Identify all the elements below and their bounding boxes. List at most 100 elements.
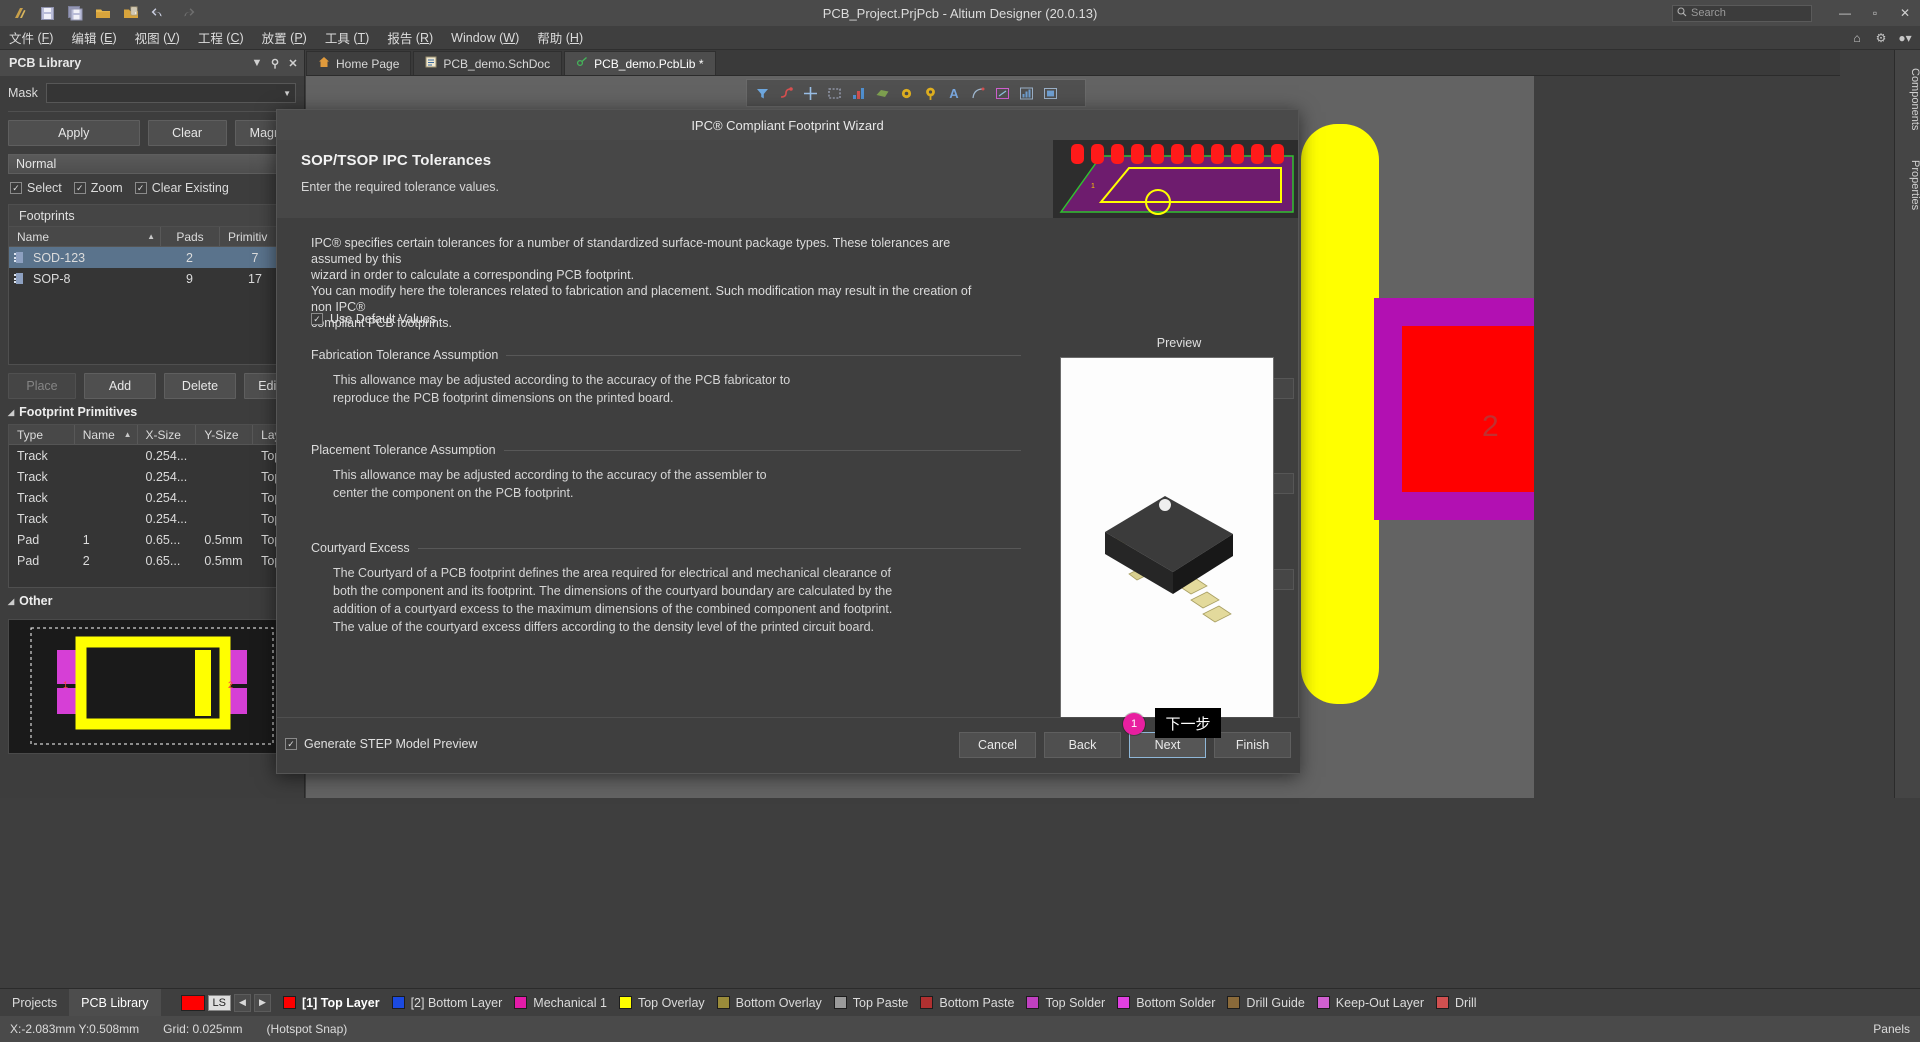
close-icon[interactable]: close-icon (1268, 114, 1290, 136)
filter-icon[interactable] (751, 82, 773, 104)
col-ysize[interactable]: Y-Size (196, 425, 254, 444)
table-row[interactable]: Track 0.254... Top. (9, 445, 295, 466)
layer-bottom-paste[interactable]: Bottom Paste (920, 996, 1014, 1010)
col-name[interactable]: Name ▲ (9, 227, 161, 246)
table-row[interactable]: SOD-123 2 7 (9, 247, 295, 268)
place-button[interactable]: Place (8, 373, 76, 399)
layer-stack-icon[interactable] (847, 82, 869, 104)
menu-view[interactable]: 视图 (V) (126, 26, 189, 50)
tab-projects[interactable]: Projects (0, 989, 69, 1017)
cancel-button[interactable]: Cancel (959, 732, 1036, 758)
menu-reports[interactable]: 报告 (R) (378, 26, 442, 50)
table-row[interactable]: Pad 2 0.65... 0.5mm Top (9, 550, 295, 571)
col-xsize[interactable]: X-Size (138, 425, 197, 444)
table-row[interactable]: Track 0.254... Top. (9, 508, 295, 529)
layer-top-layer[interactable]: [1] Top Layer (283, 996, 380, 1010)
next-layer-button[interactable]: ▶ (254, 993, 272, 1012)
menu-place[interactable]: 放置 (P) (253, 26, 316, 50)
clear-button[interactable]: Clear (147, 120, 227, 146)
board-region-icon[interactable] (1039, 82, 1061, 104)
menu-file[interactable]: 文件 (F) (0, 26, 62, 50)
select-area-icon[interactable] (823, 82, 845, 104)
col-pads[interactable]: Pads (161, 227, 220, 246)
layer-keep-out[interactable]: Keep-Out Layer (1316, 996, 1424, 1010)
layer-top-overlay[interactable]: Top Overlay (618, 996, 705, 1010)
undo-icon[interactable] (146, 1, 172, 25)
zoom-checkbox[interactable]: ✓ Zoom (73, 181, 123, 195)
preview-3d-view[interactable]: 2D (1060, 357, 1274, 762)
menu-help[interactable]: 帮助 (H) (528, 26, 592, 50)
panel-close-icon[interactable]: ✕ (286, 57, 300, 70)
tab-schdoc[interactable]: PCB_demo.SchDoc (413, 51, 563, 75)
table-row[interactable]: Pad 1 0.65... 0.5mm Top (9, 529, 295, 550)
table-row[interactable]: Track 0.254... Top. (9, 466, 295, 487)
home-icon[interactable]: ⌂ (1848, 29, 1866, 47)
crosshair-icon[interactable] (799, 82, 821, 104)
menu-edit[interactable]: 编辑 (E) (62, 26, 125, 50)
menu-tools[interactable]: 工具 (T) (316, 26, 378, 50)
open-folder-icon[interactable] (90, 1, 116, 25)
layer-top-solder[interactable]: Top Solder (1026, 996, 1105, 1010)
tab-home-page[interactable]: Home Page (306, 51, 412, 75)
panels-button[interactable]: Panels (1873, 1022, 1910, 1036)
layer-mechanical-1[interactable]: Mechanical 1 (514, 996, 607, 1010)
gear-icon[interactable]: ⚙ (1872, 29, 1890, 47)
panel-menu-icon[interactable]: ▼ (250, 57, 264, 69)
close-window-button[interactable]: ✕ (1890, 0, 1920, 26)
layer-drill[interactable]: Drill (1436, 996, 1477, 1010)
user-icon[interactable]: ●▾ (1896, 29, 1914, 47)
footprints-table[interactable]: Name ▲ Pads Primitiv SOD-123 2 7 SOP-8 9… (8, 226, 296, 365)
select-checkbox[interactable]: ✓ Select (10, 181, 62, 195)
layer-top-paste[interactable]: Top Paste (833, 996, 908, 1010)
ls-chip[interactable]: LS (207, 994, 232, 1011)
dock-item-components[interactable]: Components (1895, 56, 1920, 142)
tab-pcblib[interactable]: PCB_demo.PcbLib * (564, 51, 716, 75)
route-icon[interactable] (775, 82, 797, 104)
open-project-icon[interactable] (118, 1, 144, 25)
search-input[interactable]: Search (1672, 4, 1812, 22)
other-section-header[interactable]: ◢ Other (0, 588, 304, 613)
back-button[interactable]: Back (1044, 732, 1121, 758)
pad-icon[interactable] (919, 82, 941, 104)
text-icon[interactable]: A (943, 82, 965, 104)
ls-color-swatch[interactable] (180, 994, 205, 1011)
normal-select[interactable]: Normal (8, 154, 296, 174)
dock-item-properties[interactable]: Properties (1895, 148, 1920, 222)
mask-input[interactable]: ▼ (45, 83, 296, 103)
layer-bottom-solder[interactable]: Bottom Solder (1117, 996, 1215, 1010)
finish-button[interactable]: Finish (1214, 732, 1291, 758)
arc-icon[interactable] (967, 82, 989, 104)
col-prim-name[interactable]: Name ▲ (75, 425, 138, 444)
panel-pin-icon[interactable]: ⚲ (268, 57, 282, 70)
add-button[interactable]: Add (84, 373, 156, 399)
dimension-icon[interactable] (991, 82, 1013, 104)
primitives-table[interactable]: Type Name ▲ X-Size Y-Size Layer Track 0.… (8, 424, 296, 588)
use-default-values-checkbox[interactable]: ✓ Use Default Values (311, 312, 436, 326)
redo-icon[interactable] (174, 1, 200, 25)
menu-project[interactable]: 工程 (C) (189, 26, 253, 50)
polygon-icon[interactable] (871, 82, 893, 104)
prev-layer-button[interactable]: ◀ (234, 993, 252, 1012)
layer-drill-guide[interactable]: Drill Guide (1227, 996, 1305, 1010)
tab-pcb-library[interactable]: PCB Library (69, 988, 161, 1017)
generate-step-model-checkbox[interactable]: ✓ Generate STEP Model Preview (285, 737, 477, 751)
minimize-button[interactable]: — (1830, 0, 1860, 26)
footprint-primitives-section-header[interactable]: ◢ Footprint Primitives (0, 399, 304, 424)
save-all-icon[interactable] (62, 1, 88, 25)
col-type[interactable]: Type (9, 425, 75, 444)
clear-existing-checkbox[interactable]: ✓ Clear Existing (134, 181, 229, 195)
maximize-button[interactable]: ▫ (1860, 0, 1890, 26)
save-icon[interactable] (34, 1, 60, 25)
chart-icon[interactable] (1015, 82, 1037, 104)
via-icon[interactable] (895, 82, 917, 104)
table-row[interactable]: SOP-8 9 17 (9, 268, 295, 289)
layer-bottom-layer[interactable]: [2] Bottom Layer (391, 996, 502, 1010)
menu-window[interactable]: Window (W) (442, 26, 528, 50)
altium-logo-icon[interactable] (6, 1, 32, 25)
chevron-down-icon[interactable]: ▼ (283, 89, 291, 98)
apply-button[interactable]: Apply (8, 120, 140, 146)
delete-button[interactable]: Delete (164, 373, 236, 399)
layer-bottom-overlay[interactable]: Bottom Overlay (716, 996, 822, 1010)
table-row[interactable]: Track 0.254... Top. (9, 487, 295, 508)
footprint-preview[interactable]: 1 2 (8, 619, 296, 754)
